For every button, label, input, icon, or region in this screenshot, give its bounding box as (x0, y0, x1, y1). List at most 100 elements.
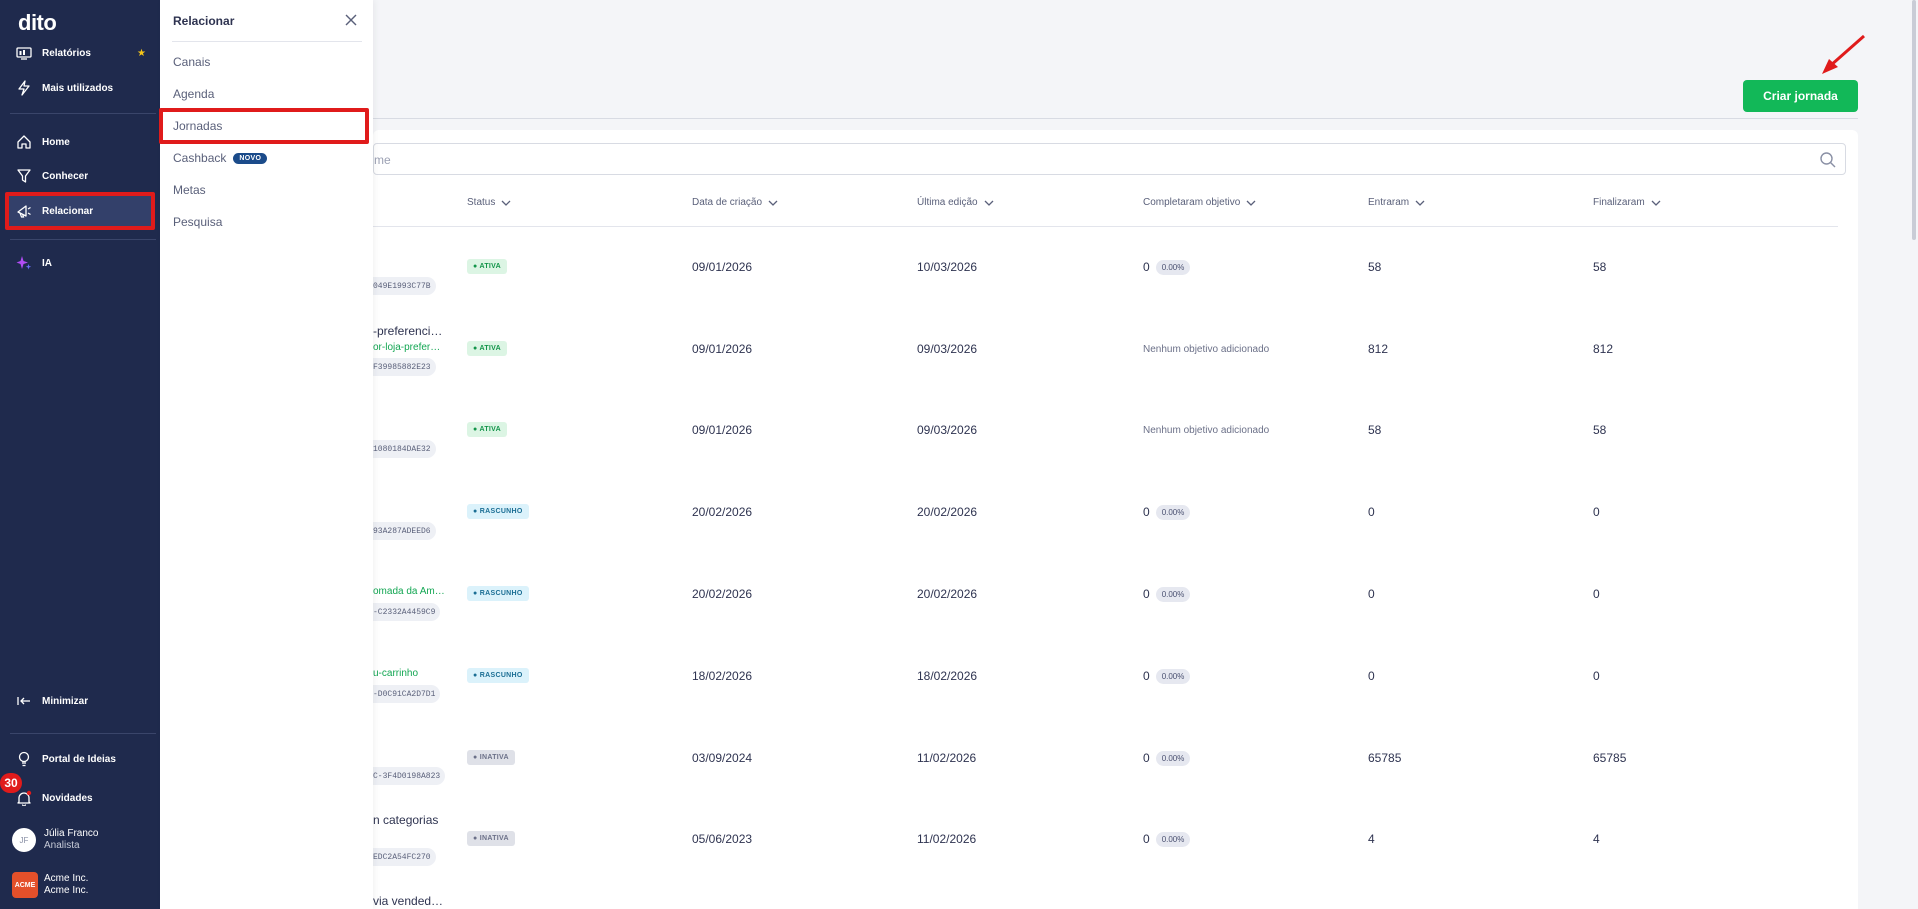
status-badge: ● ATIVA (467, 422, 507, 437)
status-badge: ● INATIVA (467, 750, 515, 765)
search-icon[interactable] (1819, 151, 1837, 169)
sidebar-item-conhecer[interactable]: Conhecer (16, 163, 88, 189)
edited-date: 20/02/2026 (917, 587, 978, 601)
create-journey-button[interactable]: Criar jornada (1743, 80, 1858, 112)
entered-count: 65785 (1368, 751, 1402, 765)
chevron-down-icon (1415, 200, 1425, 206)
edited-date: 10/03/2026 (917, 260, 978, 274)
status-badge: ● RASCUNHO (467, 586, 529, 601)
status-label: INATIVA (479, 835, 509, 842)
company-info[interactable]: Acme Inc. Acme Inc. (44, 873, 88, 897)
submenu-item-label: Cashback (173, 151, 227, 165)
goal-percent-badge: 0.00% (1155, 260, 1191, 276)
column-header-label: Data de criação (692, 197, 763, 208)
megaphone-icon (17, 205, 31, 218)
lightning-icon (18, 80, 30, 96)
submenu-item-agenda[interactable]: Agenda (173, 87, 214, 101)
sidebar-item-label: Mais utilizados (42, 82, 114, 94)
goal-completed: 0 0.00% (1143, 260, 1191, 276)
goal-count: 0 (1143, 751, 1150, 765)
submenu-item-canais[interactable]: Canais (173, 55, 210, 69)
sidebar-item-relacionar[interactable]: Relacionar (16, 198, 93, 224)
dito-logo[interactable]: dito (18, 10, 57, 36)
column-header-entraram[interactable]: Entraram (1368, 197, 1425, 208)
entered-count: 4 (1368, 832, 1375, 846)
goal-count: 0 (1143, 505, 1150, 519)
created-date: 09/01/2026 (692, 423, 753, 437)
chevron-down-icon (501, 200, 511, 206)
sidebar-item-label: Relatórios (42, 47, 91, 59)
funnel-icon (17, 169, 31, 183)
submenu-item-pesquisa[interactable]: Pesquisa (173, 215, 222, 229)
submenu-title: Relacionar (173, 14, 235, 28)
header-divider (373, 118, 1858, 119)
status-badge: ● RASCUNHO (467, 504, 529, 519)
chevron-down-icon (1246, 200, 1256, 206)
goal-completed: 0 0.00% (1143, 587, 1191, 603)
journey-link[interactable]: or-loja-prefer… (373, 342, 445, 353)
sidebar-item-label: Conhecer (42, 170, 89, 182)
jornadas-highlight-box (159, 108, 369, 144)
sidebar-item-home[interactable]: Home (16, 129, 70, 155)
star-icon: ★ (137, 48, 146, 59)
sidebar-item-mais-utilizados[interactable]: Mais utilizados (16, 75, 113, 101)
goal-count: 0 (1143, 260, 1150, 274)
new-badge: NOVO (233, 153, 268, 165)
sidebar-item-novidades[interactable]: Novidades (16, 785, 93, 811)
finished-count: 0 (1593, 587, 1600, 601)
goal-percent-badge: 0.00% (1155, 751, 1191, 767)
created-date: 20/02/2026 (692, 587, 753, 601)
column-header-label: Completaram objetivo (1143, 197, 1241, 208)
submenu-divider (172, 41, 362, 42)
company-logo[interactable]: ACME (12, 872, 38, 898)
column-header-ultima-edicao[interactable]: Última edição (917, 197, 994, 208)
column-header-completaram-objetivo[interactable]: Completaram objetivo (1143, 197, 1256, 208)
goal-completed: 0 0.00% (1143, 505, 1191, 521)
sidebar-item-portal-de-ideias[interactable]: Portal de Ideias (16, 746, 116, 772)
edited-date: 18/02/2026 (917, 669, 978, 683)
journey-name[interactable]: via vended… (373, 894, 445, 908)
sidebar-item-label: Portal de Ideias (42, 753, 116, 765)
sidebar-item-ia[interactable]: IA (16, 250, 52, 276)
user-name: Júlia Franco (44, 828, 99, 839)
created-date: 20/02/2026 (692, 505, 753, 519)
search-input[interactable]: me (373, 143, 1846, 175)
goal-count: 0 (1143, 669, 1150, 683)
journeys-card (373, 130, 1858, 909)
sidebar-item-label: Home (42, 136, 70, 148)
journey-link[interactable]: u-carrinho (373, 668, 445, 679)
avatar[interactable]: JF (12, 828, 36, 852)
sidebar-item-relatorios[interactable]: Relatórios (16, 40, 91, 66)
search-placeholder: me (374, 153, 391, 167)
status-label: ATIVA (479, 263, 501, 270)
column-header-label: Status (467, 197, 496, 208)
goal-percent-badge: 0.00% (1155, 587, 1191, 603)
status-label: ATIVA (479, 426, 501, 433)
journey-name[interactable]: n categorias (373, 813, 445, 827)
column-header-label: Entraram (1368, 197, 1410, 208)
column-header-label: Finalizaram (1593, 197, 1645, 208)
column-header-finalizaram[interactable]: Finalizaram (1593, 197, 1661, 208)
user-info[interactable]: Júlia Franco Analista (44, 828, 98, 852)
created-date: 18/02/2026 (692, 669, 753, 683)
column-header-status[interactable]: Status (467, 197, 511, 208)
created-date: 05/06/2023 (692, 832, 753, 846)
submenu-item-cashback[interactable]: Cashback NOVO (173, 151, 268, 165)
table-header-divider (373, 226, 1838, 227)
edited-date: 09/03/2026 (917, 423, 978, 437)
submenu-item-metas[interactable]: Metas (173, 183, 206, 197)
scrollbar-thumb[interactable] (1912, 0, 1916, 240)
minimize-button[interactable]: Minimizar (16, 688, 88, 714)
goal-percent-badge: 0.00% (1155, 669, 1191, 685)
finished-count: 4 (1593, 832, 1600, 846)
goal-count: 0 (1143, 587, 1150, 601)
column-header-data-criacao[interactable]: Data de criação (692, 197, 778, 208)
journey-link[interactable]: omada da Am… (373, 586, 445, 597)
entered-count: 0 (1368, 505, 1375, 519)
close-icon[interactable] (343, 12, 359, 28)
sidebar-item-label: Relacionar (42, 205, 94, 217)
status-badge: ● ATIVA (467, 341, 507, 356)
goal-completed: 0 0.00% (1143, 832, 1191, 848)
journey-name[interactable]: -preferenci… (373, 324, 445, 338)
sidebar-divider (10, 113, 156, 114)
